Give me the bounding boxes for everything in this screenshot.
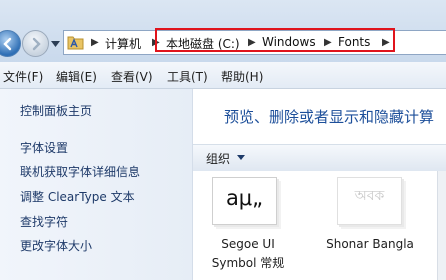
back-button[interactable] — [0, 30, 21, 57]
font-name-line1: Segoe UI — [221, 237, 275, 251]
breadcrumb-computer[interactable]: 计算机 — [105, 35, 141, 52]
menu-view[interactable]: 查看(V) — [111, 68, 153, 85]
font-preview-glyph: অবক — [354, 188, 385, 204]
chevron-down-icon[interactable] — [237, 155, 245, 160]
find-character-link[interactable]: 查找字符 — [20, 213, 68, 230]
menu-tools[interactable]: 工具(T) — [167, 68, 208, 85]
font-settings-link[interactable]: 字体设置 — [20, 139, 68, 156]
menu-edit[interactable]: 编辑(E) — [56, 68, 97, 85]
recent-pages-dropdown-icon[interactable] — [51, 41, 60, 47]
organize-button[interactable]: 组织 — [206, 150, 230, 167]
font-preview-glyph: aμ„ — [225, 186, 264, 210]
vertical-scrollbar[interactable] — [437, 171, 446, 280]
fonts-folder-icon — [67, 36, 84, 50]
font-name-line2: Symbol 常规 — [211, 256, 285, 270]
font-list: aμ„ Segoe UI Symbol 常规 অবক Shonar Bangla — [193, 171, 446, 280]
back-arrow-icon — [3, 37, 12, 51]
menu-bar: 文件(F) 编辑(E) 查看(V) 工具(T) 帮助(H) — [0, 62, 446, 89]
adjust-cleartype-link[interactable]: 调整 ClearType 文本 — [20, 188, 135, 205]
control-panel-home-link[interactable]: 控制面板主页 — [20, 102, 92, 119]
menu-help[interactable]: 帮助(H) — [221, 68, 263, 85]
forward-button[interactable] — [22, 30, 49, 57]
font-preview-tile[interactable]: aμ„ — [212, 177, 277, 225]
page-heading: 预览、删除或者显示和隐藏计算 — [224, 108, 435, 126]
menu-file[interactable]: 文件(F) — [3, 68, 43, 85]
breadcrumb-separator-icon[interactable]: ▶ — [91, 37, 99, 48]
get-font-info-online-link[interactable]: 联机获取字体详细信息 — [20, 163, 140, 180]
left-pane: 控制面板主页 字体设置 联机获取字体详细信息 调整 ClearType 文本 查… — [0, 89, 193, 280]
forward-arrow-icon — [32, 37, 41, 51]
address-row: ▶ 计算机 ▶ 本地磁盘 (C:) ▶ Windows ▶ Fonts ▶ — [0, 0, 446, 62]
font-name-line1: Shonar Bangla — [326, 237, 414, 251]
change-font-size-link[interactable]: 更改字体大小 — [20, 237, 92, 254]
font-preview-tile[interactable]: অবক — [337, 177, 402, 225]
red-highlight-box — [155, 28, 395, 52]
command-toolbar: 组织 — [193, 144, 446, 172]
